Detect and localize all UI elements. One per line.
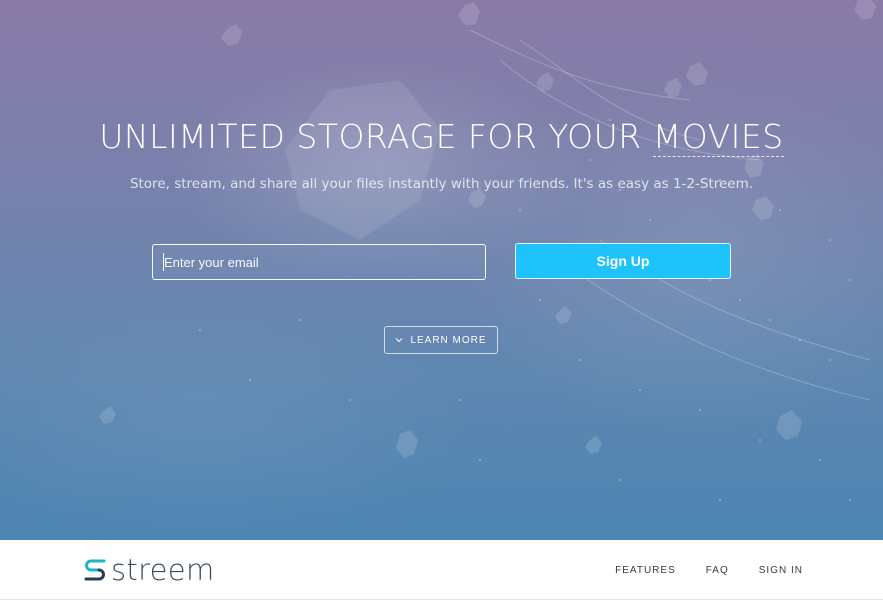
text-caret — [163, 253, 164, 271]
hero-title-main: UNLIMITED STORAGE FOR YOUR — [99, 117, 653, 156]
nav-links: FEATURES FAQ SIGN IN — [615, 540, 803, 600]
hero-title-accent: MOVIES — [652, 117, 784, 157]
hero-subtitle: Store, stream, and share all your files … — [129, 176, 754, 192]
page: UNLIMITED STORAGE FOR YOUR MOVIES Store,… — [0, 0, 883, 600]
logo[interactable]: streem — [82, 552, 215, 588]
learn-more-button[interactable]: LEARN MORE — [384, 326, 498, 354]
email-input[interactable] — [152, 244, 486, 280]
top-navbar: streem FEATURES FAQ SIGN IN — [0, 540, 883, 600]
nav-link-sign-in[interactable]: SIGN IN — [759, 565, 803, 576]
hero-section: UNLIMITED STORAGE FOR YOUR MOVIES Store,… — [0, 0, 883, 540]
learn-more-label: LEARN MORE — [410, 334, 487, 346]
chevron-down-icon — [396, 338, 403, 343]
hero-title: UNLIMITED STORAGE FOR YOUR MOVIES — [0, 114, 883, 160]
logo-text: streem — [111, 553, 215, 587]
signup-button[interactable]: Sign Up — [515, 243, 731, 279]
streem-logo-icon — [84, 559, 106, 581]
nav-link-features[interactable]: FEATURES — [615, 565, 676, 576]
nav-link-faq[interactable]: FAQ — [706, 565, 729, 576]
